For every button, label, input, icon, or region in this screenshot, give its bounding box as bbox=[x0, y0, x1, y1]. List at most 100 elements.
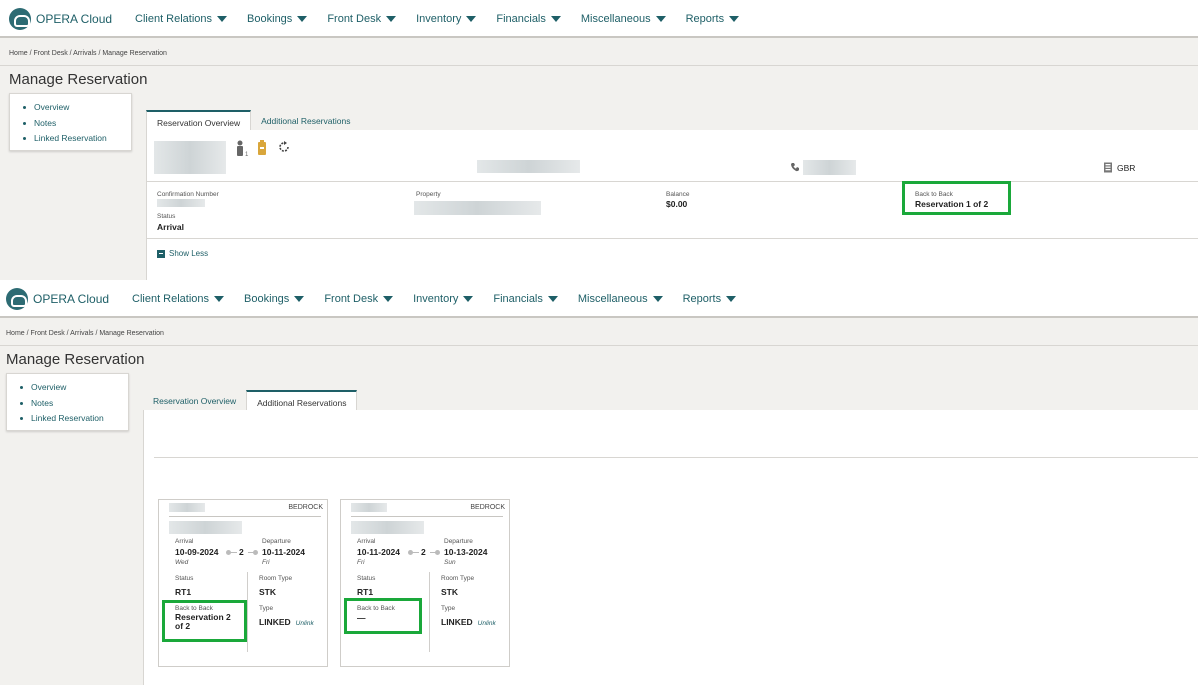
page-title: Manage Reservation bbox=[9, 71, 148, 88]
caret-down-icon bbox=[550, 16, 561, 22]
menu-inventory[interactable]: Inventory bbox=[416, 13, 477, 25]
status-value: RT1 bbox=[175, 587, 192, 597]
menu-inventory[interactable]: Inventory bbox=[413, 293, 474, 305]
main-menu: Client Relations Bookings Front Desk Inv… bbox=[135, 13, 759, 25]
main-menu: Client Relations Bookings Front Desk Inv… bbox=[132, 293, 756, 305]
confirmation-redacted bbox=[351, 521, 424, 534]
menu-bookings[interactable]: Bookings bbox=[247, 13, 308, 25]
menu-front-desk[interactable]: Front Desk bbox=[327, 13, 397, 25]
menu-financials[interactable]: Financials bbox=[496, 13, 561, 25]
room-type-label: Room Type bbox=[441, 575, 475, 582]
divider bbox=[247, 572, 248, 652]
departure-date: 10-13-2024 bbox=[444, 547, 488, 557]
id-card-icon bbox=[1104, 162, 1112, 173]
property-code: BEDROCK bbox=[288, 504, 323, 511]
refresh-icon[interactable] bbox=[278, 141, 290, 153]
tab-additional-reservations[interactable]: Additional Reservations bbox=[246, 390, 358, 410]
tab-bar: Reservation Overview Additional Reservat… bbox=[143, 390, 358, 410]
arrival-day: Wed bbox=[175, 559, 189, 566]
confirmation-number-label: Confirmation Number bbox=[157, 191, 219, 198]
caret-down-icon bbox=[297, 16, 308, 22]
menu-miscellaneous[interactable]: Miscellaneous bbox=[581, 13, 666, 25]
caret-down-icon bbox=[217, 16, 228, 22]
sidenav-notes[interactable]: Notes bbox=[23, 116, 131, 132]
sidenav-linked-reservation[interactable]: Linked Reservation bbox=[20, 411, 128, 427]
app-name: OPERA Cloud bbox=[33, 292, 110, 306]
tab-reservation-overview[interactable]: Reservation Overview bbox=[143, 390, 246, 410]
panel-additional-reservations: OPERA Cloud Client Relations Bookings Fr… bbox=[0, 280, 1198, 685]
departure-date: 10-11-2024 bbox=[262, 547, 306, 557]
menu-front-desk[interactable]: Front Desk bbox=[324, 293, 394, 305]
departure-day: Sun bbox=[444, 559, 456, 566]
divider bbox=[169, 516, 321, 517]
caret-down-icon bbox=[547, 296, 558, 302]
property-code: BEDROCK bbox=[470, 504, 505, 511]
divider bbox=[351, 516, 503, 517]
nights-count: 2 bbox=[421, 547, 426, 557]
top-navigation-bar: OPERA Cloud Client Relations Bookings Fr… bbox=[0, 0, 1198, 38]
reservation-card[interactable]: BEDROCK Arrival 10-09-2024 Wed 2 Departu… bbox=[158, 499, 328, 667]
caret-down-icon bbox=[386, 16, 397, 22]
svg-text:1: 1 bbox=[245, 152, 249, 157]
type-label: Type bbox=[259, 605, 274, 612]
balance-value: $0.00 bbox=[666, 199, 688, 209]
tab-bar: Reservation Overview Additional Reservat… bbox=[146, 110, 360, 130]
caret-down-icon bbox=[726, 296, 737, 302]
content-area: BEDROCK Arrival 10-09-2024 Wed 2 Departu… bbox=[143, 410, 1198, 685]
show-less-toggle[interactable]: Show Less bbox=[157, 249, 208, 258]
top-navigation-bar: OPERA Cloud Client Relations Bookings Fr… bbox=[0, 280, 1198, 318]
type-value: LINKED Unlink bbox=[259, 617, 314, 627]
sidenav-overview[interactable]: Overview bbox=[23, 100, 131, 116]
breadcrumb[interactable]: Home / Front Desk / Arrivals / Manage Re… bbox=[6, 330, 164, 337]
guest-name-redacted bbox=[169, 503, 205, 512]
opera-cloud-logo[interactable]: OPERA Cloud bbox=[6, 288, 109, 310]
sidenav-overview[interactable]: Overview bbox=[20, 380, 128, 396]
menu-financials[interactable]: Financials bbox=[493, 293, 558, 305]
divider bbox=[147, 238, 1198, 239]
breadcrumb[interactable]: Home / Front Desk / Arrivals / Manage Re… bbox=[9, 50, 167, 57]
content-area: 1 GBR Confirmation Number Status Arrival bbox=[146, 130, 1198, 280]
caret-down-icon bbox=[383, 296, 394, 302]
confirmation-redacted bbox=[169, 521, 242, 534]
menu-reports[interactable]: Reports bbox=[683, 293, 737, 305]
menu-reports[interactable]: Reports bbox=[686, 13, 740, 25]
departure-label: Departure bbox=[444, 538, 473, 545]
address-redacted bbox=[477, 160, 580, 173]
arrival-day: Fri bbox=[357, 559, 365, 566]
reservation-card[interactable]: BEDROCK Arrival 10-11-2024 Fri 2 Departu… bbox=[340, 499, 510, 667]
sidenav-notes[interactable]: Notes bbox=[20, 396, 128, 412]
menu-client-relations[interactable]: Client Relations bbox=[132, 293, 225, 305]
room-type-value: STK bbox=[259, 587, 276, 597]
caret-down-icon bbox=[466, 16, 477, 22]
person-icon: 1 bbox=[237, 140, 249, 157]
side-navigation: Overview Notes Linked Reservation bbox=[6, 373, 129, 431]
divider bbox=[154, 457, 1198, 458]
cloud-logo-icon bbox=[6, 288, 28, 310]
balance-label: Balance bbox=[666, 191, 690, 198]
sidenav-linked-reservation[interactable]: Linked Reservation bbox=[23, 131, 131, 147]
guest-name-redacted bbox=[154, 141, 226, 174]
key-card-icon bbox=[258, 140, 266, 155]
highlight-box bbox=[162, 600, 247, 642]
menu-client-relations[interactable]: Client Relations bbox=[135, 13, 228, 25]
menu-bookings[interactable]: Bookings bbox=[244, 293, 305, 305]
highlight-box bbox=[344, 598, 422, 634]
cloud-logo-icon bbox=[9, 8, 31, 30]
status-label: Status bbox=[157, 213, 176, 220]
unlink-link[interactable]: Unlink bbox=[478, 620, 496, 627]
tab-additional-reservations[interactable]: Additional Reservations bbox=[251, 110, 360, 130]
status-value: Arrival bbox=[157, 222, 184, 232]
menu-miscellaneous[interactable]: Miscellaneous bbox=[578, 293, 663, 305]
opera-cloud-logo[interactable]: OPERA Cloud bbox=[9, 8, 112, 30]
status-label: Status bbox=[357, 575, 376, 582]
connector-dot bbox=[435, 550, 440, 555]
property-redacted bbox=[414, 201, 541, 215]
property-label: Property bbox=[416, 191, 441, 198]
tab-reservation-overview[interactable]: Reservation Overview bbox=[146, 110, 252, 130]
unlink-link[interactable]: Unlink bbox=[296, 620, 314, 627]
collapse-icon bbox=[157, 249, 165, 258]
type-label: Type bbox=[441, 605, 456, 612]
arrival-date: 10-11-2024 bbox=[357, 547, 401, 557]
phone-redacted bbox=[803, 160, 856, 175]
panel-reservation-overview: OPERA Cloud Client Relations Bookings Fr… bbox=[0, 0, 1198, 280]
